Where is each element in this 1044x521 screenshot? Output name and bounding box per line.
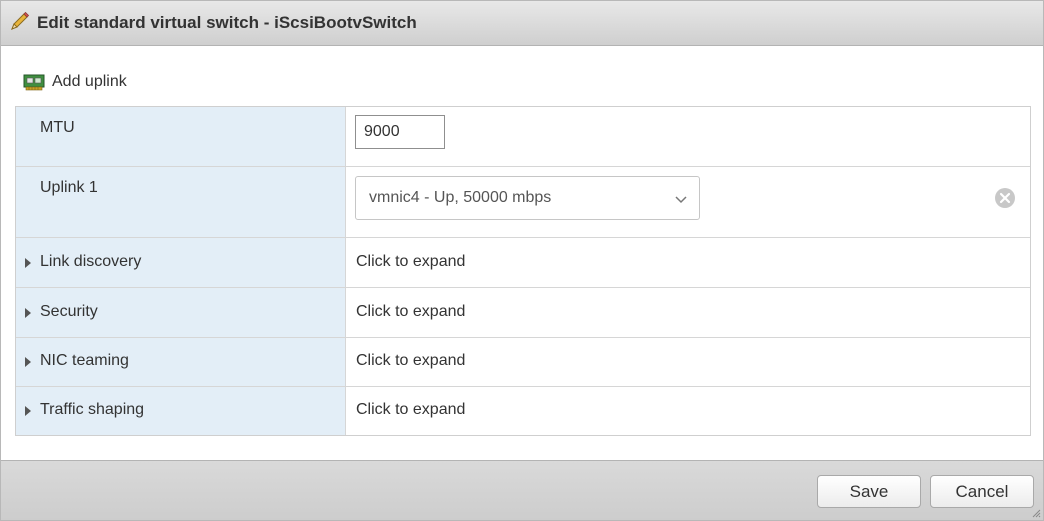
chevron-down-icon <box>675 196 687 204</box>
mtu-label-cell: MTU <box>16 107 346 166</box>
uplink1-selected-value: vmnic4 - Up, 50000 mbps <box>369 189 552 206</box>
nic-teaming-value-cell[interactable]: Click to expand <box>346 338 1030 386</box>
pencil-icon <box>11 11 30 30</box>
mtu-label: MTU <box>40 119 75 136</box>
uplink1-value-cell: vmnic4 - Up, 50000 mbps <box>346 167 1030 237</box>
traffic-shaping-label: Traffic shaping <box>40 401 145 418</box>
remove-uplink-button[interactable] <box>994 187 1016 209</box>
security-label-cell[interactable]: Security <box>16 288 346 337</box>
link-discovery-label: Link discovery <box>40 253 142 270</box>
uplink1-label-cell: Uplink 1 <box>16 167 346 237</box>
mtu-row: MTU <box>16 107 1030 167</box>
caret-right-icon <box>25 258 31 268</box>
add-uplink-button[interactable]: Add uplink <box>23 71 127 93</box>
dialog-title-bar[interactable]: Edit standard virtual switch - iScsiBoot… <box>1 1 1043 46</box>
nic-teaming-label-cell[interactable]: NIC teaming <box>16 338 346 386</box>
link-discovery-expand[interactable]: Click to expand <box>356 253 465 271</box>
dialog-footer: Save Cancel <box>1 460 1043 520</box>
add-uplink-label: Add uplink <box>52 73 127 90</box>
caret-right-icon <box>25 308 31 318</box>
traffic-shaping-expand[interactable]: Click to expand <box>356 401 465 419</box>
switch-properties-table: MTU Uplink 1 vmnic4 - Up, 50000 mbps <box>15 106 1031 436</box>
traffic-shaping-label-cell[interactable]: Traffic shaping <box>16 387 346 435</box>
dialog-title: Edit standard virtual switch - iScsiBoot… <box>37 13 417 32</box>
section-security[interactable]: Security Click to expand <box>16 288 1030 338</box>
nic-teaming-label: NIC teaming <box>40 352 129 369</box>
caret-right-icon <box>25 406 31 416</box>
section-nic-teaming[interactable]: NIC teaming Click to expand <box>16 338 1030 387</box>
caret-right-icon <box>25 357 31 367</box>
traffic-shaping-value-cell[interactable]: Click to expand <box>346 387 1030 435</box>
resize-grip-icon[interactable] <box>1031 508 1041 518</box>
nic-teaming-expand[interactable]: Click to expand <box>356 352 465 370</box>
close-circle-icon <box>995 188 1015 208</box>
link-discovery-value-cell[interactable]: Click to expand <box>346 238 1030 287</box>
section-link-discovery[interactable]: Link discovery Click to expand <box>16 238 1030 288</box>
section-traffic-shaping[interactable]: Traffic shaping Click to expand <box>16 387 1030 435</box>
edit-vswitch-dialog: Edit standard virtual switch - iScsiBoot… <box>0 0 1044 521</box>
security-label: Security <box>40 303 98 320</box>
cancel-button[interactable]: Cancel <box>930 475 1034 508</box>
security-value-cell[interactable]: Click to expand <box>346 288 1030 337</box>
mtu-input[interactable] <box>355 115 445 149</box>
uplink1-label: Uplink 1 <box>40 179 98 196</box>
link-discovery-label-cell[interactable]: Link discovery <box>16 238 346 287</box>
mtu-value-cell <box>346 107 1030 166</box>
uplink1-select[interactable]: vmnic4 - Up, 50000 mbps <box>355 176 700 220</box>
save-button[interactable]: Save <box>817 475 921 508</box>
uplink1-row: Uplink 1 vmnic4 - Up, 50000 mbps <box>16 167 1030 238</box>
security-expand[interactable]: Click to expand <box>356 303 465 321</box>
network-card-icon <box>23 74 45 91</box>
